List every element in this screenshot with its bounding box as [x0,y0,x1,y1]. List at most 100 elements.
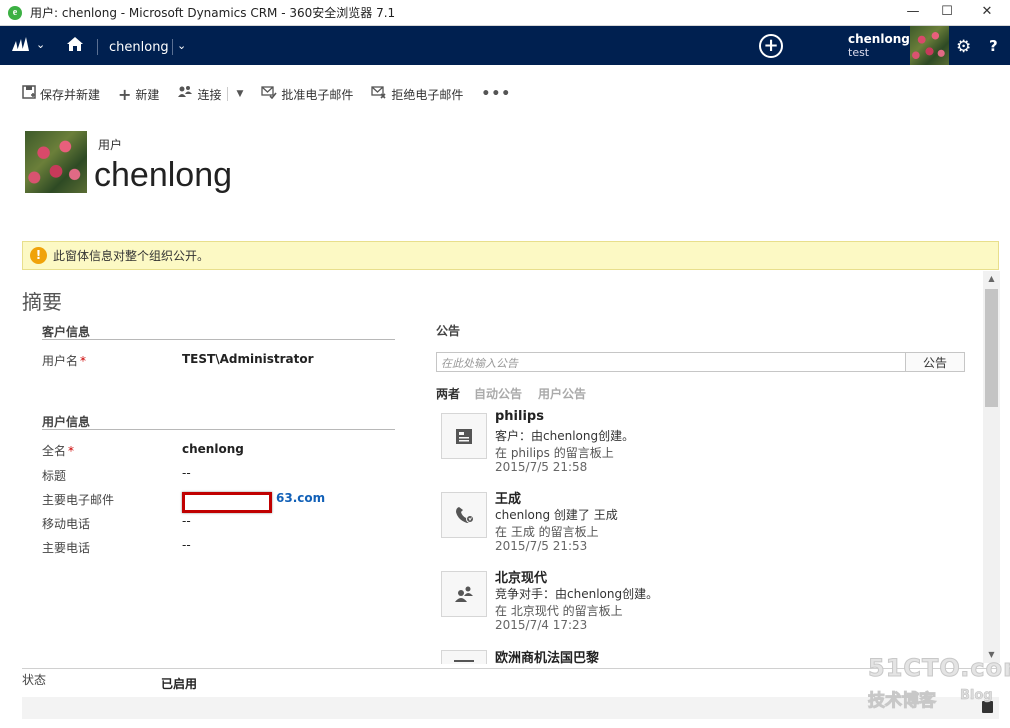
account-info-header: 客户信息 [42,325,91,339]
browser-icon: e [8,5,22,20]
reject-email-label: 拒绝电子邮件 [391,87,464,102]
nav-user-avatar[interactable] [910,26,949,65]
maximize-button[interactable]: ☐ [930,0,964,22]
group-divider [42,429,395,430]
nav-separator [97,39,98,55]
username-label: 用户名 * [42,354,87,368]
settings-gear-icon[interactable]: ⚙ [956,37,971,57]
post-time: 2015/7/5 21:53 [495,539,588,553]
chevron-down-icon: ⌄ [36,37,46,51]
post-wall: 在 philips 的留言板上 [495,446,614,460]
footer-bar [22,697,999,719]
opportunity-icon [441,650,487,664]
watermark-blog: Blog [960,688,993,704]
user-info[interactable]: chenlong test [848,32,910,59]
post-time: 2015/7/5 21:58 [495,460,588,474]
post-wall: 在 王成 的留言板上 [495,525,599,539]
post-wall: 在 北京现代 的留言板上 [495,604,623,618]
nav-user-org: test [848,46,870,59]
home-button[interactable] [66,36,84,55]
form-notification: ! 此窗体信息对整个组织公开。 [22,241,999,270]
approve-email-icon [261,85,277,103]
chevron-down-icon[interactable]: ▼ [236,89,243,99]
minimize-button[interactable]: — [896,0,930,22]
filter-auto-posts[interactable]: 自动公告 [474,385,522,402]
new-button[interactable]: + 新建 [118,85,159,104]
nav-entity-link[interactable]: chenlong [109,40,169,55]
email-value[interactable]: 63.com [276,491,325,505]
record-photo[interactable] [25,131,87,193]
user-info-header: 用户信息 [42,415,91,429]
account-icon [441,413,487,459]
status-label: 状态 [22,673,47,687]
form-scrollbar[interactable]: ▲ ▼ [983,271,1000,663]
nav-separator [172,39,173,55]
connect-button[interactable]: 连接 ▼ [177,85,243,103]
scroll-thumb[interactable] [985,289,998,407]
post-body: chenlong 创建了 王成 [495,508,618,522]
filter-both[interactable]: 两者 [436,385,460,402]
approve-email-label: 批准电子邮件 [281,87,354,102]
email-label: 主要电子邮件 [42,493,115,507]
section-title-summary: 摘要 [22,290,62,314]
split-divider [227,87,229,101]
fullname-value[interactable]: chenlong [182,442,244,456]
crm-nav-bar: ⌄ chenlong ⌄ + chenlong test ⚙ ? [0,26,1010,65]
post-input[interactable]: 在此处输入公告 [436,352,906,372]
post-title[interactable]: philips [495,409,544,424]
title-label: 标题 [42,469,67,483]
post-body: 客户：由chenlong创建。 [495,429,635,443]
help-button[interactable]: ? [989,37,998,55]
save-new-icon [22,85,36,103]
contact-phone-icon [441,492,487,538]
record-entity-type: 用户 [98,138,123,152]
post-body: 竞争对手：由chenlong创建。 [495,587,659,601]
save-and-new-button[interactable]: 保存并新建 [22,85,100,103]
email-redaction-box [182,492,272,513]
watermark-blog-cn: 技术博客 [868,691,937,712]
mobile-value[interactable]: -- [182,514,191,528]
approve-email-button[interactable]: 批准电子邮件 [261,85,353,103]
plus-icon: + [118,84,132,104]
username-value[interactable]: TEST\Administrator [182,352,314,366]
dynamics-logo-menu[interactable]: ⌄ [12,37,45,51]
group-divider [42,339,395,340]
competitor-icon [441,571,487,617]
post-button[interactable]: 公告 [905,352,965,372]
scroll-up-arrow-icon[interactable]: ▲ [983,271,1000,287]
warning-icon: ! [30,247,47,264]
posts-header: 公告 [436,324,461,338]
more-commands-button[interactable]: ••• [481,86,511,102]
record-name: chenlong [94,156,233,194]
command-bar: 保存并新建 + 新建 连接 ▼ 批准电子邮件 拒绝电子邮件 ••• [22,84,529,104]
watermark-site: 51CTO.com [867,654,1010,683]
save-and-new-label: 保存并新建 [40,87,101,102]
mobile-label: 移动电话 [42,517,91,531]
nav-user-name: chenlong [848,32,910,46]
phone-label: 主要电话 [42,541,91,555]
post-title[interactable]: 王成 [495,488,521,507]
window-titlebar: e 用户: chenlong - Microsoft Dynamics CRM … [0,0,1010,26]
new-label: 新建 [135,87,160,102]
required-marker: * [80,354,87,368]
fullname-label: 全名 * [42,444,75,458]
reject-email-icon [371,85,387,103]
close-button[interactable]: ✕ [964,0,1010,22]
reject-email-button[interactable]: 拒绝电子邮件 [371,85,463,103]
connect-label: 连接 [197,87,222,102]
notification-text: 此窗体信息对整个组织公开。 [53,249,210,263]
connect-icon [177,85,193,103]
filter-user-posts[interactable]: 用户公告 [538,385,586,402]
post-title[interactable]: 欧洲商机法国巴黎 [495,647,599,666]
post-time: 2015/7/4 17:23 [495,618,588,632]
phone-value[interactable]: -- [182,538,191,552]
title-value[interactable]: -- [182,466,191,480]
status-value: 已启用 [161,677,198,691]
window-controls: — ☐ ✕ [896,0,1010,22]
home-icon [67,37,83,51]
window-title: 用户: chenlong - Microsoft Dynamics CRM - … [30,6,396,20]
create-button[interactable]: + [759,34,783,58]
required-marker: * [68,444,75,458]
post-title[interactable]: 北京现代 [495,567,547,586]
chevron-down-icon[interactable]: ⌄ [177,39,186,52]
